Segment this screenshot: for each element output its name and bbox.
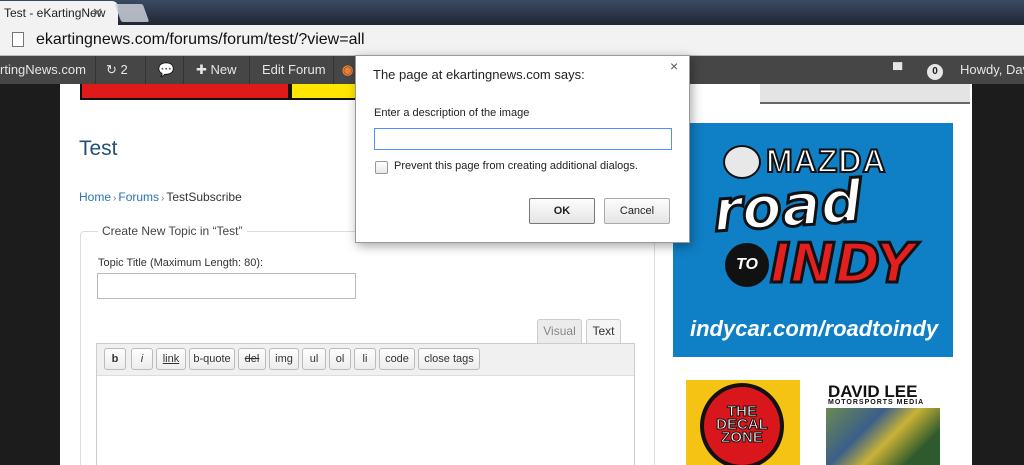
admin-bar-new[interactable]: ✚ New bbox=[184, 56, 250, 84]
qt-img-button[interactable]: img bbox=[269, 348, 299, 370]
updates-count: 2 bbox=[120, 62, 128, 77]
browser-tabstrip: Test - eKartingNew ✕ bbox=[0, 0, 1024, 25]
howdy-label: Howdy, Dav bbox=[960, 62, 1024, 77]
qt-italic-button[interactable]: i bbox=[131, 348, 153, 370]
qt-li-button[interactable]: li bbox=[354, 348, 376, 370]
new-tab-button[interactable] bbox=[114, 4, 150, 22]
indy-wordmark: INDY bbox=[768, 231, 916, 297]
admin-bar-notifications[interactable]: 0 bbox=[927, 56, 945, 84]
page-title: Test bbox=[79, 137, 118, 160]
edit-forum-label: Edit Forum bbox=[262, 62, 326, 77]
plugin-icon: ◉ bbox=[342, 62, 354, 77]
refresh-icon: ↻ bbox=[106, 62, 117, 77]
image-description-input[interactable] bbox=[374, 128, 672, 150]
to-wordmark: TO bbox=[725, 243, 769, 287]
ad-url-text: indycar.com/roadtoindy bbox=[690, 316, 939, 341]
breadcrumb-current: TestSubscribe bbox=[166, 190, 242, 204]
topic-title-label: Topic Title (Maximum Length: 80): bbox=[98, 257, 264, 269]
ok-button[interactable]: OK bbox=[529, 198, 595, 224]
qt-ol-button[interactable]: ol bbox=[329, 348, 351, 370]
new-label: New bbox=[210, 62, 237, 77]
tab-text[interactable]: Text bbox=[586, 319, 621, 343]
qt-link-button[interactable]: link bbox=[156, 348, 186, 370]
editor-box[interactable]: b i link b-quote del img ul ol li code c… bbox=[96, 343, 635, 465]
qt-close-tags-button[interactable]: close tags bbox=[418, 348, 480, 370]
tab-close-icon[interactable]: ✕ bbox=[92, 5, 103, 21]
monitor-icon: ▀ bbox=[893, 62, 903, 77]
qt-bquote-button[interactable]: b-quote bbox=[189, 348, 235, 370]
close-icon[interactable]: × bbox=[670, 58, 678, 74]
cancel-button[interactable]: Cancel bbox=[604, 198, 670, 224]
tab-visual[interactable]: Visual bbox=[537, 319, 582, 343]
breadcrumb-separator: › bbox=[161, 193, 165, 204]
prevent-dialogs-checkbox[interactable] bbox=[375, 161, 388, 174]
karting-photo bbox=[826, 408, 940, 465]
admin-bar-site-link[interactable]: rtingNews.com bbox=[0, 56, 96, 84]
comment-icon: 💬 bbox=[158, 62, 175, 77]
banner-grey bbox=[760, 84, 970, 104]
url-field[interactable]: ekartingnews.com/forums/forum/test/?view… bbox=[36, 31, 365, 49]
admin-bar-edit-forum[interactable]: Edit Forum bbox=[250, 56, 334, 84]
qt-bold-button[interactable]: b bbox=[104, 348, 126, 370]
breadcrumb: Home › Forums › TestSubscribe bbox=[79, 190, 242, 204]
decal-zone-text: THE DECAL ZONE bbox=[716, 403, 769, 446]
prevent-dialogs-label[interactable]: Prevent this page from creating addition… bbox=[394, 160, 638, 172]
browser-tab-title: Test - eKartingNew bbox=[4, 6, 106, 20]
quicktags-toolbar: b i link b-quote del img ul ol li code c… bbox=[97, 344, 634, 376]
breadcrumb-home[interactable]: Home bbox=[79, 190, 111, 204]
topic-title-input[interactable] bbox=[97, 273, 356, 299]
admin-bar-notices[interactable]: ▀ bbox=[893, 56, 915, 84]
david-lee-subtitle: MOTORSPORTS MEDIA bbox=[828, 399, 925, 406]
browser-tab[interactable]: Test - eKartingNew ✕ bbox=[0, 1, 118, 25]
admin-bar-account[interactable]: Howdy, Dav bbox=[960, 56, 1024, 84]
form-legend: Create New Topic in “Test” bbox=[98, 224, 247, 238]
breadcrumb-separator: › bbox=[113, 193, 117, 204]
qt-code-button[interactable]: code bbox=[379, 348, 415, 370]
address-bar: ekartingnews.com/forums/forum/test/?view… bbox=[0, 25, 1024, 56]
dialog-prompt-text: Enter a description of the image bbox=[374, 107, 530, 119]
site-name: rtingNews.com bbox=[0, 62, 86, 77]
admin-bar-updates[interactable]: ↻ 2 bbox=[96, 56, 146, 84]
page-icon bbox=[12, 32, 24, 47]
qt-del-button[interactable]: del bbox=[238, 348, 266, 370]
admin-bar-comments[interactable]: 💬 bbox=[146, 56, 184, 84]
dialog-title: The page at ekartingnews.com says: bbox=[373, 67, 585, 82]
notifications-count: 0 bbox=[927, 64, 943, 80]
plus-icon: ✚ bbox=[196, 62, 207, 77]
breadcrumb-forums[interactable]: Forums bbox=[118, 190, 159, 204]
banner-red bbox=[80, 84, 290, 100]
qt-ul-button[interactable]: ul bbox=[302, 348, 326, 370]
